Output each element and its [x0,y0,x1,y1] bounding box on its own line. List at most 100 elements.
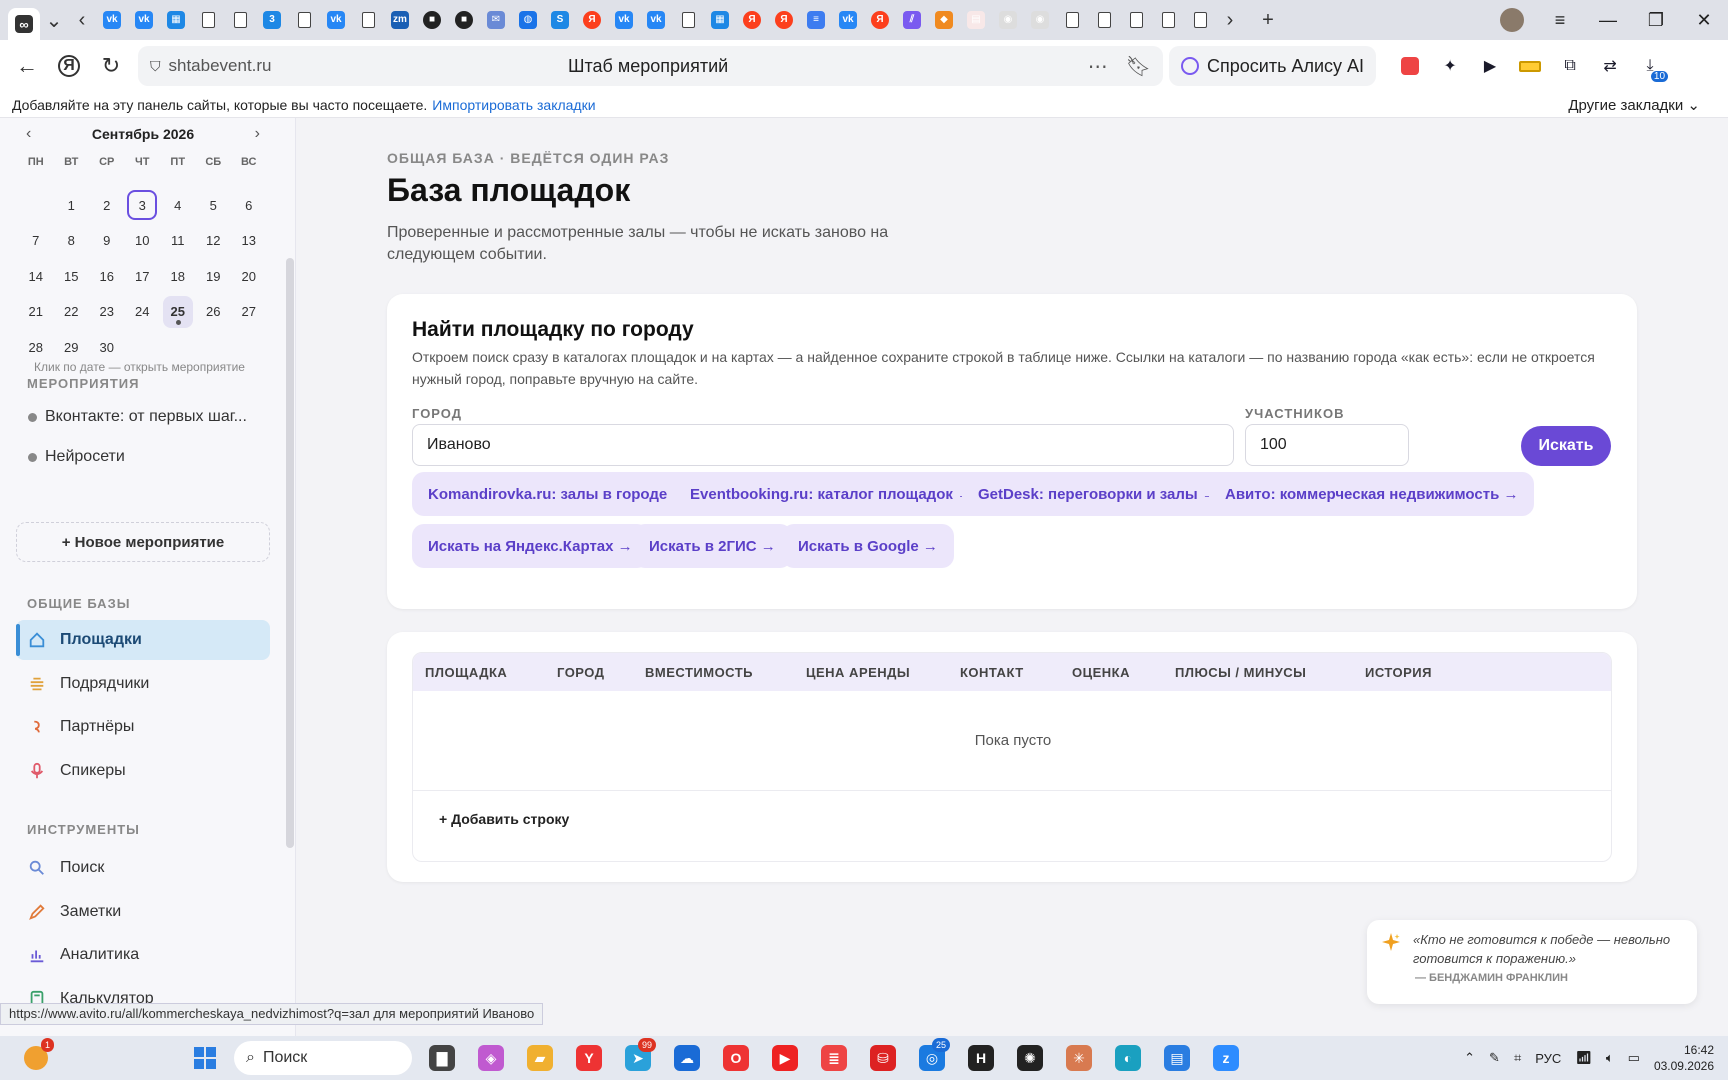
new-event-button[interactable]: + Новое мероприятие [16,522,270,562]
browser-tab[interactable]: ▦ [704,6,736,34]
back-icon[interactable]: ← [6,45,48,87]
browser-tab[interactable] [1120,6,1152,34]
browser-tab[interactable]: ◉ [1024,6,1056,34]
link-avito[interactable]: Авито: коммерческая недвижимость → [1209,472,1535,516]
calendar-day[interactable]: 17 [125,259,161,295]
profile-avatar[interactable] [1488,0,1536,40]
browser-tab[interactable]: ▤ [960,6,992,34]
yandex-icon[interactable]: Я [48,45,90,87]
other-bookmarks[interactable]: Другие закладки ⌄ [1568,96,1700,114]
browser-tab[interactable]: Я [736,6,768,34]
calendar-day[interactable]: 6 [231,188,267,224]
link-komandirovka[interactable]: Komandirovka.ru: залы в городе → [412,472,703,516]
new-tab-icon[interactable]: + [1254,6,1282,34]
weather-icon[interactable]: 1 [16,1038,56,1078]
col-rating[interactable]: ОЦЕНКА [1072,665,1130,680]
calendar-day[interactable]: 3 [127,190,158,221]
next-month-icon[interactable]: › [247,125,268,143]
browser-tab[interactable] [1152,6,1184,34]
reload-icon[interactable]: ↻ [90,45,132,87]
opera-icon[interactable]: O [716,1038,756,1078]
browser-tab[interactable] [192,6,224,34]
m365-icon[interactable]: ◈ [471,1038,511,1078]
import-bookmarks-link[interactable]: Импортировать закладки [432,97,595,113]
calendar-day[interactable]: 14 [18,259,54,295]
calendar-day[interactable]: 2 [89,188,125,224]
search-button[interactable]: Искать [1521,426,1611,466]
col-pros-cons[interactable]: ПЛЮСЫ / МИНУСЫ [1175,665,1306,680]
security-icon[interactable]: ⛉ [150,58,161,75]
browser-tab[interactable]: ■ [416,6,448,34]
wifi-icon[interactable]: 📶︎ [1575,1050,1592,1066]
telegram-icon[interactable]: ➤ 99 [618,1038,658,1078]
browser-tab[interactable]: ◍ [512,6,544,34]
close-icon[interactable]: ✕ [1680,0,1728,40]
browser-tab[interactable]: vk [640,6,672,34]
browser-tab[interactable]: ■ [448,6,480,34]
browser-tab[interactable] [224,6,256,34]
calendar-day[interactable]: 12 [196,223,232,259]
chatgpt-icon[interactable]: ✺ [1010,1038,1050,1078]
folder-icon[interactable]: ▰ [520,1038,560,1078]
calendar-day[interactable]: 19 [196,259,232,295]
city-input[interactable]: Иваново [412,424,1234,466]
browser-tab[interactable] [672,6,704,34]
network-icon[interactable]: ⌗ [1514,1050,1521,1066]
link-getdesk[interactable]: GetDesk: переговорки и залы → [962,472,1233,516]
tabs-scroll-left-icon[interactable]: ‹ [68,6,96,34]
chevron-down-icon[interactable]: ⌄ [40,6,68,34]
calendar-day[interactable]: 27 [231,294,267,330]
calendar-day[interactable]: 5 [196,188,232,224]
browser-tab[interactable]: vk [128,6,160,34]
calendar-day[interactable]: 18 [160,259,196,295]
messenger-icon[interactable]: ◎ 25 [912,1038,952,1078]
tabs-scroll-right-icon[interactable]: › [1216,6,1244,34]
sidebar-item-mic[interactable]: Спикеры [16,751,270,791]
link-yandex-maps[interactable]: Искать на Яндекс.Картах → [412,524,649,568]
col-history[interactable]: ИСТОРИЯ [1365,665,1432,680]
browser-tab[interactable] [1056,6,1088,34]
browser-tab[interactable] [352,6,384,34]
link-google[interactable]: Искать в Google → [782,524,954,568]
calendar-day[interactable]: 13 [231,223,267,259]
calendar-day[interactable]: 23 [89,294,125,330]
yandex-browser-icon[interactable]: Y [569,1038,609,1078]
browser-tab[interactable]: ✉ [480,6,512,34]
col-city[interactable]: ГОРОД [557,665,605,680]
calendar-day[interactable]: 1 [54,188,90,224]
pen-icon[interactable]: ✎ [1489,1050,1500,1066]
sidebar-item-chart[interactable]: Аналитика [16,935,270,975]
tab-active[interactable]: ∞ [8,8,40,40]
more-icon[interactable]: ⋯ [1088,54,1108,79]
browser-tab[interactable]: ▦ [160,6,192,34]
menu-icon[interactable]: ≡ [1536,0,1584,40]
app-h-icon[interactable]: H [961,1038,1001,1078]
zoom-icon[interactable]: z [1206,1038,1246,1078]
browser-tab[interactable] [1184,6,1216,34]
browser-tab[interactable]: S [544,6,576,34]
onedrive-icon[interactable]: ☁ [667,1038,707,1078]
calendar-day[interactable]: 16 [89,259,125,295]
browser-tab[interactable]: Я [768,6,800,34]
todoist-icon[interactable]: ≣ [814,1038,854,1078]
taskbar-search[interactable]: ⌕ Поиск [234,1041,412,1075]
browser-tab[interactable] [1088,6,1120,34]
browser-tab[interactable]: vk [832,6,864,34]
minimize-icon[interactable]: — [1584,0,1632,40]
browser-tab[interactable]: ⫽ [896,6,928,34]
col-contact[interactable]: КОНТАКТ [960,665,1024,680]
event-item[interactable]: Нейросети [28,448,125,466]
restore-icon[interactable]: ❐ [1632,0,1680,40]
clock[interactable]: 16:42 03.09.2026 [1654,1042,1714,1074]
calendar-day[interactable]: 15 [54,259,90,295]
sidebar-item-layers[interactable]: Подрядчики [16,664,270,704]
col-capacity[interactable]: ВМЕСТИМОСТЬ [645,665,753,680]
copy-ext-icon[interactable]: ⧉ [1550,46,1590,86]
alice-button[interactable]: Спросить Алису AI [1169,46,1377,86]
claude-icon[interactable]: ✳ [1059,1038,1099,1078]
puzzle-icon[interactable]: ✦ [1430,46,1470,86]
browser-tab[interactable]: ≡ [800,6,832,34]
calendar-day[interactable]: 24 [125,294,161,330]
battery-ext-icon[interactable] [1510,46,1550,86]
notepad-icon[interactable]: ▤ [1157,1038,1197,1078]
